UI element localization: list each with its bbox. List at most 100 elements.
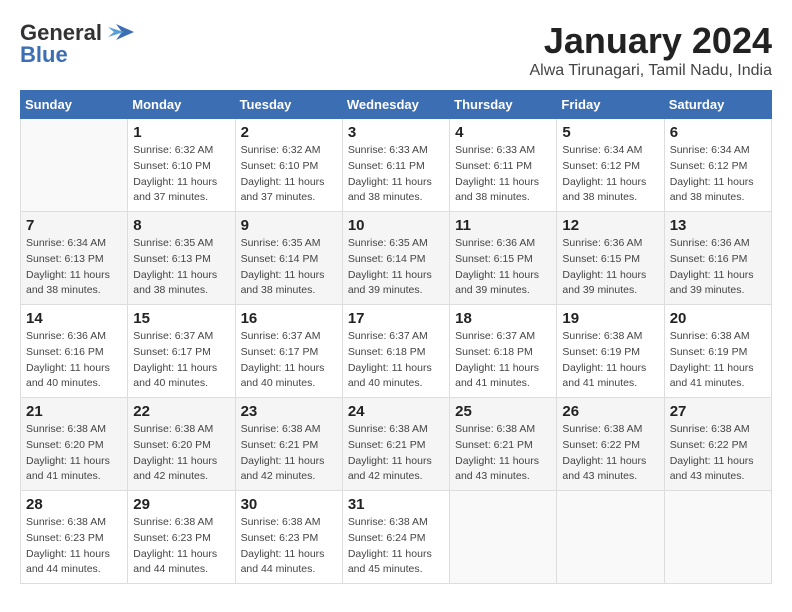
day-info: Sunrise: 6:38 AMSunset: 6:19 PMDaylight:… xyxy=(562,329,658,392)
header-friday: Friday xyxy=(557,91,664,119)
calendar-cell: 7Sunrise: 6:34 AMSunset: 6:13 PMDaylight… xyxy=(21,212,128,305)
header-sunday: Sunday xyxy=(21,91,128,119)
day-number: 27 xyxy=(670,403,766,420)
day-info: Sunrise: 6:37 AMSunset: 6:17 PMDaylight:… xyxy=(133,329,229,392)
calendar-cell: 26 Sunrise: 6:38 AMSunset: 6:22 PMDayligh… xyxy=(557,398,664,491)
header-monday: Monday xyxy=(128,91,235,119)
day-info: Sunrise: 6:38 AMSunset: 6:23 PMDaylight:… xyxy=(26,515,122,578)
calendar-cell xyxy=(450,491,557,584)
day-info: Sunrise: 6:32 AMSunset: 6:10 PMDaylight:… xyxy=(241,143,337,206)
logo-text-blue: Blue xyxy=(20,42,68,68)
day-info: Sunrise: 6:38 AMSunset: 6:20 PMDaylight:… xyxy=(133,422,229,485)
day-number: 24 xyxy=(348,403,444,420)
day-number: 11 xyxy=(455,217,551,234)
day-number: 26 xyxy=(562,403,658,420)
calendar-cell: 19 Sunrise: 6:38 AMSunset: 6:19 PMDayligh… xyxy=(557,305,664,398)
calendar-cell: 1 Sunrise: 6:32 AMSunset: 6:10 PMDaylight… xyxy=(128,119,235,212)
day-number: 5 xyxy=(562,124,658,141)
day-info: Sunrise: 6:34 AMSunset: 6:12 PMDaylight:… xyxy=(562,143,658,206)
calendar-cell: 8 Sunrise: 6:35 AMSunset: 6:13 PMDaylight… xyxy=(128,212,235,305)
day-info: Sunrise: 6:38 AMSunset: 6:22 PMDaylight:… xyxy=(562,422,658,485)
day-info: Sunrise: 6:37 AMSunset: 6:18 PMDaylight:… xyxy=(455,329,551,392)
day-number: 30 xyxy=(241,496,337,513)
day-number: 28 xyxy=(26,496,122,513)
header-tuesday: Tuesday xyxy=(235,91,342,119)
calendar-cell: 22 Sunrise: 6:38 AMSunset: 6:20 PMDayligh… xyxy=(128,398,235,491)
day-info: Sunrise: 6:37 AMSunset: 6:18 PMDaylight:… xyxy=(348,329,444,392)
page-subtitle: Alwa Tirunagari, Tamil Nadu, India xyxy=(530,62,773,80)
day-number: 12 xyxy=(562,217,658,234)
page-header: General Blue January 2024 Alwa Tirunagar… xyxy=(20,20,772,80)
calendar-cell: 30 Sunrise: 6:38 AMSunset: 6:23 PMDayligh… xyxy=(235,491,342,584)
day-info: Sunrise: 6:38 AMSunset: 6:24 PMDaylight:… xyxy=(348,515,444,578)
day-number: 1 xyxy=(133,124,229,141)
days-header-row: SundayMondayTuesdayWednesdayThursdayFrid… xyxy=(21,91,772,119)
day-info: Sunrise: 6:35 AMSunset: 6:13 PMDaylight:… xyxy=(133,236,229,299)
week-row-1: 1 Sunrise: 6:32 AMSunset: 6:10 PMDaylight… xyxy=(21,119,772,212)
day-number: 8 xyxy=(133,217,229,234)
header-thursday: Thursday xyxy=(450,91,557,119)
calendar-cell: 4Sunrise: 6:33 AMSunset: 6:11 PMDaylight… xyxy=(450,119,557,212)
day-info: Sunrise: 6:34 AMSunset: 6:12 PMDaylight:… xyxy=(670,143,766,206)
calendar-cell: 5 Sunrise: 6:34 AMSunset: 6:12 PMDaylight… xyxy=(557,119,664,212)
day-info: Sunrise: 6:33 AMSunset: 6:11 PMDaylight:… xyxy=(348,143,444,206)
day-number: 19 xyxy=(562,310,658,327)
calendar-cell: 28 Sunrise: 6:38 AMSunset: 6:23 PMDayligh… xyxy=(21,491,128,584)
calendar-cell: 24 Sunrise: 6:38 AMSunset: 6:21 PMDayligh… xyxy=(342,398,449,491)
day-info: Sunrise: 6:38 AMSunset: 6:20 PMDaylight:… xyxy=(26,422,122,485)
day-number: 14 xyxy=(26,310,122,327)
day-info: Sunrise: 6:38 AMSunset: 6:21 PMDaylight:… xyxy=(348,422,444,485)
day-number: 13 xyxy=(670,217,766,234)
calendar-cell: 29Sunrise: 6:38 AMSunset: 6:23 PMDayligh… xyxy=(128,491,235,584)
calendar-cell: 9Sunrise: 6:35 AMSunset: 6:14 PMDaylight… xyxy=(235,212,342,305)
header-saturday: Saturday xyxy=(664,91,771,119)
calendar-cell: 25 Sunrise: 6:38 AMSunset: 6:21 PMDayligh… xyxy=(450,398,557,491)
page-title: January 2024 xyxy=(530,20,773,62)
day-info: Sunrise: 6:38 AMSunset: 6:21 PMDaylight:… xyxy=(241,422,337,485)
calendar-cell: 27Sunrise: 6:38 AMSunset: 6:22 PMDayligh… xyxy=(664,398,771,491)
calendar-cell: 6Sunrise: 6:34 AMSunset: 6:12 PMDaylight… xyxy=(664,119,771,212)
logo-bird-icon xyxy=(106,22,136,44)
day-number: 31 xyxy=(348,496,444,513)
calendar-cell: 3 Sunrise: 6:33 AMSunset: 6:11 PMDaylight… xyxy=(342,119,449,212)
week-row-2: 7Sunrise: 6:34 AMSunset: 6:13 PMDaylight… xyxy=(21,212,772,305)
day-info: Sunrise: 6:38 AMSunset: 6:23 PMDaylight:… xyxy=(241,515,337,578)
calendar-cell: 15 Sunrise: 6:37 AMSunset: 6:17 PMDayligh… xyxy=(128,305,235,398)
day-info: Sunrise: 6:38 AMSunset: 6:21 PMDaylight:… xyxy=(455,422,551,485)
day-info: Sunrise: 6:35 AMSunset: 6:14 PMDaylight:… xyxy=(241,236,337,299)
calendar-cell: 2 Sunrise: 6:32 AMSunset: 6:10 PMDaylight… xyxy=(235,119,342,212)
day-info: Sunrise: 6:38 AMSunset: 6:19 PMDaylight:… xyxy=(670,329,766,392)
calendar-cell: 12Sunrise: 6:36 AMSunset: 6:15 PMDayligh… xyxy=(557,212,664,305)
calendar-cell: 21Sunrise: 6:38 AMSunset: 6:20 PMDayligh… xyxy=(21,398,128,491)
calendar-table: SundayMondayTuesdayWednesdayThursdayFrid… xyxy=(20,90,772,584)
calendar-cell: 16 Sunrise: 6:37 AMSunset: 6:17 PMDayligh… xyxy=(235,305,342,398)
calendar-cell: 18Sunrise: 6:37 AMSunset: 6:18 PMDayligh… xyxy=(450,305,557,398)
day-number: 29 xyxy=(133,496,229,513)
week-row-3: 14 Sunrise: 6:36 AMSunset: 6:16 PMDayligh… xyxy=(21,305,772,398)
calendar-cell: 14 Sunrise: 6:36 AMSunset: 6:16 PMDayligh… xyxy=(21,305,128,398)
calendar-cell: 13 Sunrise: 6:36 AMSunset: 6:16 PMDayligh… xyxy=(664,212,771,305)
day-info: Sunrise: 6:36 AMSunset: 6:16 PMDaylight:… xyxy=(26,329,122,392)
day-info: Sunrise: 6:36 AMSunset: 6:16 PMDaylight:… xyxy=(670,236,766,299)
day-number: 2 xyxy=(241,124,337,141)
day-number: 23 xyxy=(241,403,337,420)
calendar-cell: 17 Sunrise: 6:37 AMSunset: 6:18 PMDayligh… xyxy=(342,305,449,398)
day-number: 4 xyxy=(455,124,551,141)
week-row-5: 28 Sunrise: 6:38 AMSunset: 6:23 PMDayligh… xyxy=(21,491,772,584)
calendar-cell xyxy=(557,491,664,584)
day-number: 3 xyxy=(348,124,444,141)
title-block: January 2024 Alwa Tirunagari, Tamil Nadu… xyxy=(530,20,773,80)
day-number: 16 xyxy=(241,310,337,327)
calendar-cell: 11Sunrise: 6:36 AMSunset: 6:15 PMDayligh… xyxy=(450,212,557,305)
day-info: Sunrise: 6:32 AMSunset: 6:10 PMDaylight:… xyxy=(133,143,229,206)
day-info: Sunrise: 6:37 AMSunset: 6:17 PMDaylight:… xyxy=(241,329,337,392)
day-number: 17 xyxy=(348,310,444,327)
day-number: 22 xyxy=(133,403,229,420)
day-number: 15 xyxy=(133,310,229,327)
calendar-cell: 31 Sunrise: 6:38 AMSunset: 6:24 PMDayligh… xyxy=(342,491,449,584)
day-info: Sunrise: 6:34 AMSunset: 6:13 PMDaylight:… xyxy=(26,236,122,299)
day-info: Sunrise: 6:35 AMSunset: 6:14 PMDaylight:… xyxy=(348,236,444,299)
day-number: 25 xyxy=(455,403,551,420)
calendar-cell: 20Sunrise: 6:38 AMSunset: 6:19 PMDayligh… xyxy=(664,305,771,398)
day-number: 10 xyxy=(348,217,444,234)
